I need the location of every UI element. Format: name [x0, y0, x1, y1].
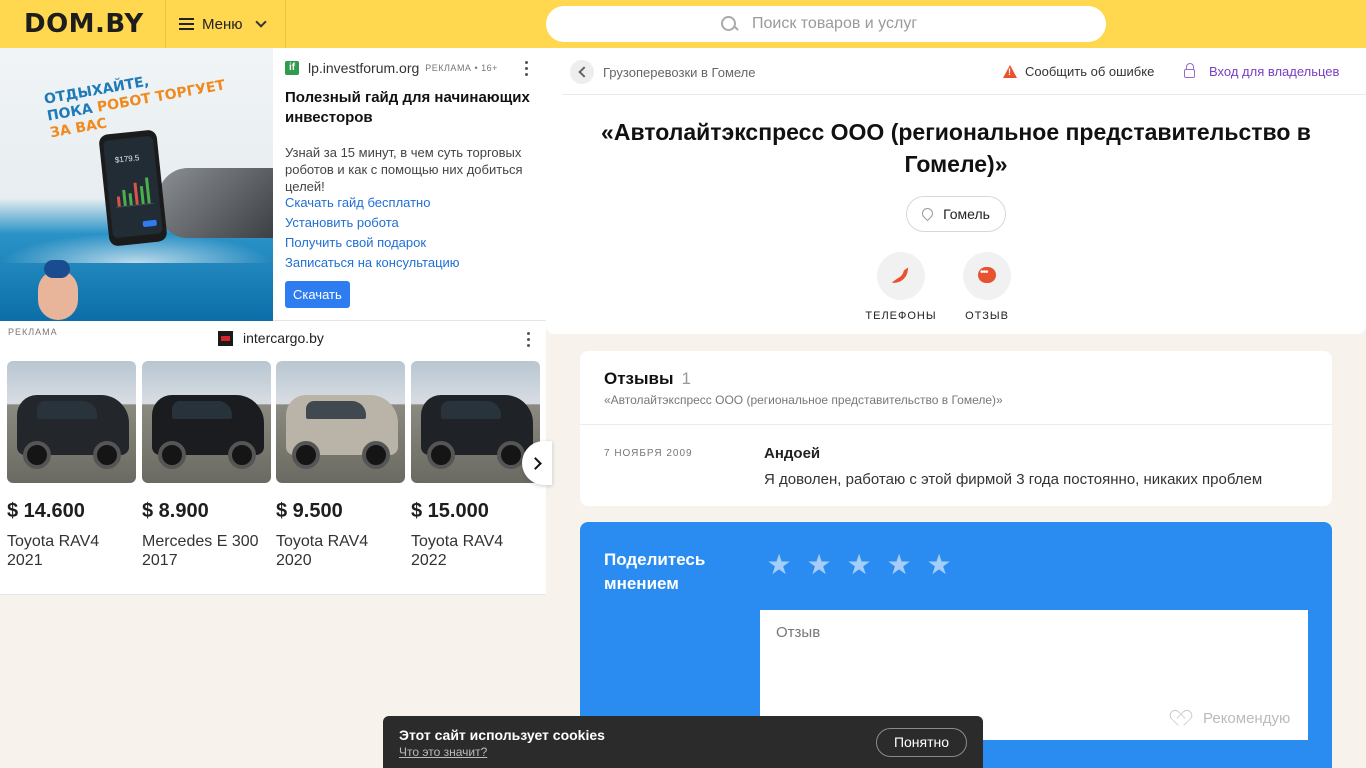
cookie-title: Этот сайт использует cookies [399, 727, 605, 743]
ad-source[interactable]: intercargo.by [218, 330, 324, 346]
car-name: Toyota RAV4 2022 [411, 533, 504, 569]
reviews-count: 1 [681, 369, 691, 388]
back-arrow-icon[interactable] [570, 60, 594, 84]
robot-hand [158, 168, 273, 238]
search-bar [546, 6, 1106, 42]
search-input[interactable] [752, 15, 1082, 33]
car-price: $ 14.600 [7, 500, 85, 522]
share-title: Поделитесь мнением [604, 550, 706, 593]
phone-illustration: $179.5 [98, 129, 168, 247]
breadcrumb-link[interactable]: Грузоперевозки в Гомеле [603, 65, 756, 80]
report-error-link[interactable]: Сообщить об ошибке [1003, 64, 1154, 79]
car-price: $ 8.900 [142, 500, 209, 522]
phone-value: $179.5 [114, 153, 140, 165]
car-card[interactable]: $ 15.000 Toyota RAV4 2022 [411, 361, 540, 570]
intercargo-favicon-icon [218, 330, 233, 346]
company-card: Грузоперевозки в Гомеле Сообщить об ошиб… [546, 48, 1366, 334]
ad-label: РЕКЛАМА [8, 327, 58, 337]
menu-label: Меню [202, 15, 243, 33]
cookie-accept-button[interactable]: Понятно [876, 728, 967, 757]
car-photo [142, 361, 271, 483]
lock-icon [1184, 63, 1195, 78]
ad-intercargo: РЕКЛАМА intercargo.by $ 14.600 Toyota RA… [0, 321, 552, 595]
location-pin-icon [919, 205, 936, 221]
car-photo [411, 361, 540, 483]
ad-investforum: ОТДЫХАЙТЕ, ПОКА РОБОТ ТОРГУЕТ ЗА ВАС $17… [0, 48, 546, 321]
site-logo[interactable]: DOM.BY [24, 9, 144, 39]
car-carousel: $ 14.600 Toyota RAV4 2021 $ 8.900 Merced… [7, 361, 540, 581]
header-divider [285, 0, 286, 48]
reviews-subtitle: «Автолайтэкспресс ООО (региональное пред… [604, 393, 1003, 407]
ad-tag: РЕКЛАМА • 16+ [425, 63, 498, 73]
review-date: 7 НОЯБРЯ 2009 [604, 448, 693, 459]
phone-icon [891, 264, 909, 286]
car-name: Toyota RAV4 2020 [276, 533, 369, 569]
phones-action[interactable]: ТЕЛЕФОНЫ [861, 252, 941, 322]
recommend-toggle[interactable]: Рекомендую [1173, 710, 1290, 727]
ad-image[interactable]: ОТДЫХАЙТЕ, ПОКА РОБОТ ТОРГУЕТ ЗА ВАС $17… [0, 48, 273, 321]
ad-source[interactable]: if lp.investforum.org РЕКЛАМА • 16+ [285, 60, 498, 76]
ad-domain: intercargo.by [243, 330, 324, 346]
report-error-label: Сообщить об ошибке [1025, 64, 1155, 79]
review-label: ОТЗЫВ [965, 310, 1009, 322]
investforum-favicon-icon: if [285, 61, 299, 75]
car-name: Toyota RAV4 2021 [7, 533, 100, 569]
reviews-section: Отзывы 1 «Автолайтэкспресс ООО (регионал… [580, 351, 1332, 506]
heart-icon [1173, 711, 1191, 727]
rating-stars: ★ ★ ★ ★ ★ [766, 551, 966, 579]
ad-description: Узнай за 15 минут, в чем суть торговых р… [285, 145, 523, 194]
chevron-right-icon [528, 456, 542, 470]
star-icon[interactable]: ★ [926, 551, 952, 579]
owners-login-label: Вход для владельцев [1209, 64, 1340, 79]
city-button[interactable]: Гомель [906, 196, 1006, 232]
chevron-down-icon [254, 15, 267, 28]
car-price: $ 15.000 [411, 500, 489, 522]
city-label: Гомель [943, 206, 990, 222]
review-text: Я доволен, работаю с этой фирмой 3 года … [764, 471, 1263, 488]
chat-bubble-icon [978, 267, 996, 283]
ad-download-button[interactable]: Скачать [285, 281, 350, 308]
car-photo [276, 361, 405, 483]
star-icon[interactable]: ★ [806, 551, 832, 579]
ad-domain: lp.investforum.org [308, 60, 420, 76]
car-name: Mercedes E 300 2017 [142, 533, 259, 569]
phones-label: ТЕЛЕФОНЫ [865, 310, 937, 322]
ad-title[interactable]: Полезный гайд для начинающих инвесторов [285, 88, 540, 128]
car-photo [7, 361, 136, 483]
ad-link[interactable]: Установить робота [285, 213, 460, 233]
ad-options-icon[interactable] [525, 61, 529, 77]
car-card[interactable]: $ 9.500 Toyota RAV4 2020 [276, 361, 405, 570]
cookie-info-link[interactable]: Что это значит? [399, 745, 487, 759]
car-price: $ 9.500 [276, 500, 343, 522]
divider [562, 94, 1366, 95]
ad-link[interactable]: Записаться на консультацию [285, 253, 460, 273]
site-header: DOM.BY Меню [0, 0, 1366, 48]
car-card[interactable]: $ 8.900 Mercedes E 300 2017 [142, 361, 271, 570]
warning-icon [1003, 65, 1017, 78]
ad-options-icon[interactable] [527, 332, 531, 348]
owners-login-link[interactable]: Вход для владельцев [1184, 63, 1340, 79]
review-author: Андоей [764, 445, 821, 462]
star-icon[interactable]: ★ [846, 551, 872, 579]
recommend-label: Рекомендую [1203, 710, 1291, 727]
car-card[interactable]: $ 14.600 Toyota RAV4 2021 [7, 361, 136, 570]
hamburger-icon [179, 18, 194, 30]
ad-link[interactable]: Получить свой подарок [285, 233, 460, 253]
breadcrumb: Грузоперевозки в Гомеле [570, 60, 756, 84]
diver-illustration [38, 260, 78, 320]
page-title: «Автолайтэкспресс ООО (региональное пред… [601, 119, 1311, 177]
cookie-banner: Этот сайт использует cookies Что это зна… [383, 716, 983, 768]
ad-links: Скачать гайд бесплатно Установить робота… [285, 193, 460, 273]
ad-image-text: ОТДЫХАЙТЕ, ПОКА РОБОТ ТОРГУЕТ ЗА ВАС [42, 73, 227, 142]
search-icon[interactable] [720, 15, 738, 33]
divider [580, 424, 1332, 425]
star-icon[interactable]: ★ [886, 551, 912, 579]
review-action[interactable]: ОТЗЫВ [947, 252, 1027, 322]
reviews-header: Отзывы 1 [604, 369, 691, 389]
menu-button[interactable]: Меню [165, 0, 285, 48]
reviews-title: Отзывы [604, 369, 674, 388]
star-icon[interactable]: ★ [766, 551, 792, 579]
ad-link[interactable]: Скачать гайд бесплатно [285, 193, 460, 213]
